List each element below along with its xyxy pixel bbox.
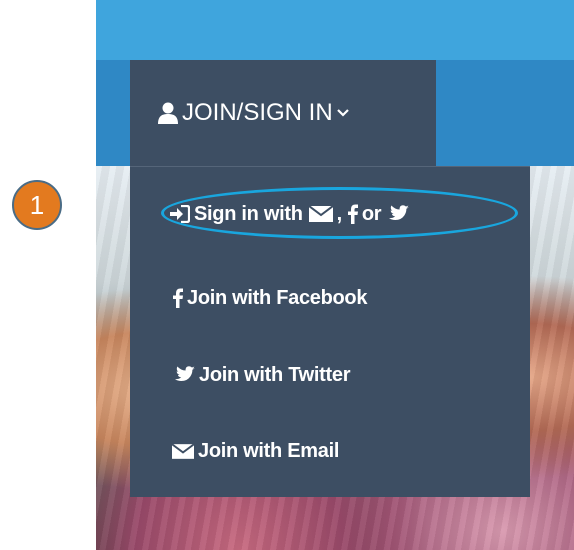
facebook-icon [347,204,358,224]
facebook-icon [173,288,183,308]
join-sign-in-label: JOIN/SIGN IN [182,99,333,126]
join-facebook-menu-item[interactable]: Join with Facebook [173,278,367,318]
join-sign-in-tab[interactable]: JOIN/SIGN IN [130,60,436,166]
top-bar [96,0,574,60]
join-facebook-label: Join with Facebook [187,286,368,309]
join-email-label: Join with Email [198,439,340,462]
sign-in-prefix: Sign in with [194,202,303,225]
chevron-down-icon [336,109,349,117]
twitter-icon [173,366,195,384]
step-number-badge: 1 [12,180,62,230]
join-email-menu-item[interactable]: Join with Email [172,431,339,471]
sign-in-or: or [361,202,382,225]
join-dropdown-menu: Sign in with , or Join with Facebook Joi… [130,166,530,497]
envelope-icon [308,206,333,222]
join-twitter-menu-item[interactable]: Join with Twitter [173,355,351,395]
sign-in-separator: , [336,202,343,225]
sign-in-menu-item[interactable]: Sign in with , or [170,194,413,234]
sign-in-icon [170,205,190,223]
envelope-icon [172,443,194,459]
user-icon [158,102,178,124]
join-twitter-label: Join with Twitter [199,363,351,386]
twitter-icon [387,205,410,223]
